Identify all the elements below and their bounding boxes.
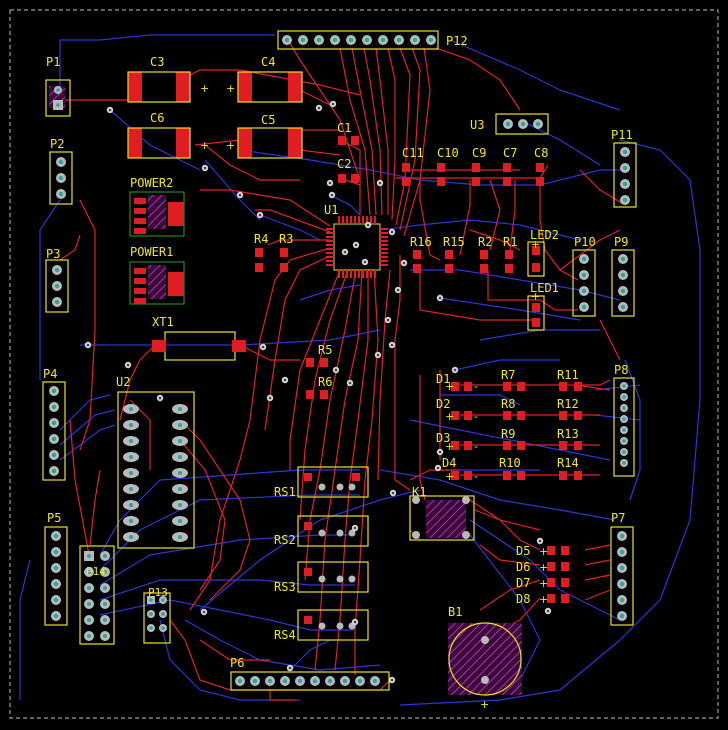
svg-text:+: + xyxy=(539,545,548,558)
label-d2: D2 xyxy=(436,397,450,411)
label-d1: D1 xyxy=(436,372,450,386)
label-led2: LED2 xyxy=(530,228,559,242)
label-p6: P6 xyxy=(230,656,244,670)
label-r13: R13 xyxy=(557,427,579,441)
label-c5: C5 xyxy=(261,113,275,127)
k1-body xyxy=(426,500,466,538)
label-p5: P5 xyxy=(47,511,61,525)
label-c4: C4 xyxy=(261,55,275,69)
svg-text:+: + xyxy=(445,470,454,483)
label-p10: P10 xyxy=(574,235,596,249)
label-p4: P4 xyxy=(43,367,57,381)
label-r7: R7 xyxy=(501,368,515,382)
label-c1: C1 xyxy=(337,121,351,135)
label-r2: R2 xyxy=(478,235,492,249)
svg-text:-: - xyxy=(474,410,478,423)
svg-text:+: + xyxy=(200,139,209,152)
label-p7: P7 xyxy=(611,511,625,525)
label-c7: C7 xyxy=(503,146,517,160)
label-r8: R8 xyxy=(501,397,515,411)
power1-body xyxy=(148,265,166,299)
label-r10: R10 xyxy=(499,456,521,470)
power2-body xyxy=(148,195,166,229)
label-r12: R12 xyxy=(557,397,579,411)
label-c2: C2 xyxy=(337,157,351,171)
label-b1: B1 xyxy=(448,605,462,619)
svg-text:+: + xyxy=(445,410,454,423)
svg-text:+: + xyxy=(226,82,235,95)
label-p2: P2 xyxy=(50,137,64,151)
label-d3: D3 xyxy=(436,431,450,445)
svg-text:-: - xyxy=(474,440,478,453)
pcb-layout-view: + + + + + - + - + - + - + + + + + + + P1… xyxy=(0,0,728,730)
svg-text:+: + xyxy=(226,139,235,152)
label-d7: D7 xyxy=(516,576,530,590)
label-d5: D5 xyxy=(516,544,530,558)
label-rs2: RS2 xyxy=(274,533,296,547)
label-c9: C9 xyxy=(472,146,486,160)
label-p13: P13 xyxy=(148,586,168,599)
label-power2: POWER2 xyxy=(130,176,173,190)
label-k1: K1 xyxy=(412,485,426,499)
label-led1: LED1 xyxy=(530,281,559,295)
svg-text:+: + xyxy=(539,561,548,574)
label-r3: R3 xyxy=(279,232,293,246)
label-rs3: RS3 xyxy=(274,580,296,594)
label-r6: R6 xyxy=(318,375,332,389)
label-r4: R4 xyxy=(254,232,268,246)
label-rs4: RS4 xyxy=(274,628,296,642)
label-r1: R1 xyxy=(503,235,517,249)
label-p8: P8 xyxy=(614,363,628,377)
label-u3: U3 xyxy=(470,118,484,132)
label-c3: C3 xyxy=(150,55,164,69)
svg-text:+: + xyxy=(539,577,548,590)
label-d6: D6 xyxy=(516,560,530,574)
label-p11: P11 xyxy=(611,128,633,142)
svg-text:+: + xyxy=(200,82,209,95)
label-r14: R14 xyxy=(557,456,579,470)
label-r11: R11 xyxy=(557,368,579,382)
svg-text:-: - xyxy=(474,380,478,393)
label-p1: P1 xyxy=(46,55,60,69)
label-u1: U1 xyxy=(324,203,338,217)
label-d4: D4 xyxy=(442,456,456,470)
label-xt1: XT1 xyxy=(152,315,174,329)
svg-text:-: - xyxy=(474,470,478,483)
label-u2: U2 xyxy=(116,375,130,389)
label-power1: POWER1 xyxy=(130,245,173,259)
label-c10: C10 xyxy=(437,146,459,160)
svg-text:+: + xyxy=(539,593,548,606)
label-d8: D8 xyxy=(516,592,530,606)
label-r5: R5 xyxy=(318,343,332,357)
label-c8: C8 xyxy=(534,146,548,160)
label-rs1: RS1 xyxy=(274,485,296,499)
label-p3: P3 xyxy=(46,247,60,261)
label-p12: P12 xyxy=(446,34,468,48)
label-r16: R16 xyxy=(410,235,432,249)
label-c11: C11 xyxy=(402,146,424,160)
svg-text:+: + xyxy=(480,698,489,711)
label-p9: P9 xyxy=(614,235,628,249)
label-p14: P14 xyxy=(86,565,106,578)
label-c6: C6 xyxy=(150,111,164,125)
label-r15: R15 xyxy=(443,235,465,249)
label-r9: R9 xyxy=(501,427,515,441)
